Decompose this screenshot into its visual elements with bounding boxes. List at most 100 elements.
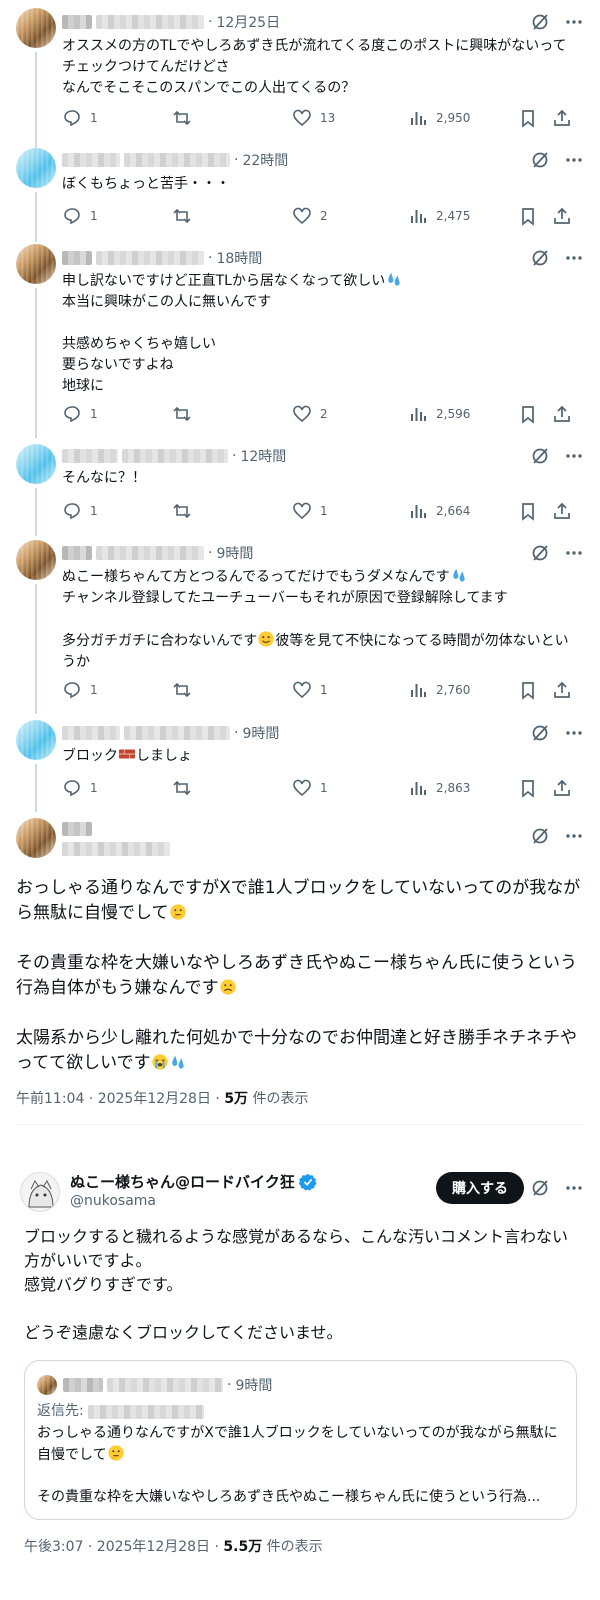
views-button[interactable]: 2,596 <box>408 404 518 424</box>
retweet-button[interactable] <box>172 108 292 128</box>
reply-button[interactable]: 1 <box>62 206 172 226</box>
reply-button[interactable]: 1 <box>62 404 172 424</box>
like-button[interactable]: 1 <box>292 778 408 798</box>
avatar[interactable] <box>16 148 56 188</box>
more-icon[interactable] <box>564 12 584 32</box>
handle-blurred[interactable] <box>62 842 170 856</box>
bookmark-icon <box>522 503 534 520</box>
like-count: 2 <box>320 407 328 421</box>
handle-blurred[interactable] <box>96 546 204 560</box>
share-button[interactable] <box>552 680 572 700</box>
quoted-tweet[interactable]: · 9時間 返信先: おっしゃる通りなんですがXで誰1人ブロックをしていないっての… <box>24 1360 577 1520</box>
tweet-text: そんなに？！ <box>62 470 146 486</box>
like-button[interactable]: 2 <box>292 206 408 226</box>
views-count: 2,760 <box>436 683 471 697</box>
username-blurred[interactable] <box>62 546 92 560</box>
more-icon[interactable] <box>564 826 584 846</box>
avatar[interactable] <box>16 720 56 760</box>
timestamp[interactable]: 12月25日 <box>216 12 280 32</box>
retweet-button[interactable] <box>172 680 292 700</box>
more-icon[interactable] <box>564 446 584 466</box>
tweet-text: ぬこー様ちゃんて方とつるんでるってだけでもうダメなんです チャンネル登録してたユ… <box>62 566 580 673</box>
bookmark-button[interactable] <box>518 680 538 700</box>
more-icon[interactable] <box>564 248 584 268</box>
share-button[interactable] <box>552 404 572 424</box>
grok-icon[interactable] <box>530 248 550 268</box>
like-button[interactable]: 1 <box>292 501 408 521</box>
reply-icon <box>64 682 80 698</box>
grok-icon[interactable] <box>530 723 550 743</box>
like-count: 1 <box>320 683 328 697</box>
grok-icon[interactable] <box>530 826 550 846</box>
avatar[interactable] <box>16 540 56 580</box>
handle-blurred[interactable] <box>124 726 230 740</box>
more-icon[interactable] <box>564 150 584 170</box>
share-icon <box>554 208 570 224</box>
more-icon[interactable] <box>564 543 584 563</box>
reply-button[interactable]: 1 <box>62 778 172 798</box>
avatar[interactable] <box>16 818 56 858</box>
grok-icon[interactable] <box>530 1178 550 1198</box>
avatar[interactable] <box>20 1172 60 1212</box>
timestamp[interactable]: 午前11:04 · 2025年12月28日 · <box>16 1091 224 1107</box>
grok-icon[interactable] <box>530 150 550 170</box>
like-button[interactable]: 1 <box>292 680 408 700</box>
views-button[interactable]: 2,950 <box>408 108 518 128</box>
username-blurred[interactable] <box>62 449 118 463</box>
more-icon[interactable] <box>564 723 584 743</box>
retweet-button[interactable] <box>172 778 292 798</box>
reply-button[interactable]: 1 <box>62 108 172 128</box>
timestamp[interactable]: 12時間 <box>240 446 286 466</box>
handle-blurred[interactable] <box>96 251 204 265</box>
bookmark-button[interactable] <box>518 778 538 798</box>
author-handle[interactable]: @nukosama <box>70 1193 156 1209</box>
username-blurred[interactable] <box>62 15 92 29</box>
bookmark-button[interactable] <box>518 206 538 226</box>
retweet-button[interactable] <box>172 404 292 424</box>
share-icon <box>554 110 570 126</box>
handle-blurred[interactable] <box>122 449 228 463</box>
more-icon[interactable] <box>564 1178 584 1198</box>
username-blurred[interactable] <box>62 726 120 740</box>
timestamp[interactable]: 午後3:07 · 2025年12月28日 · <box>24 1539 223 1555</box>
timestamp[interactable]: 18時間 <box>216 248 262 268</box>
handle-blurred[interactable] <box>124 153 230 167</box>
timestamp[interactable]: 22時間 <box>242 150 288 170</box>
timestamp[interactable]: 9時間 <box>216 543 253 563</box>
grok-icon[interactable] <box>530 446 550 466</box>
retweet-button[interactable] <box>172 206 292 226</box>
grok-icon[interactable] <box>530 543 550 563</box>
username-blurred[interactable] <box>62 822 92 836</box>
share-button[interactable] <box>552 108 572 128</box>
share-button[interactable] <box>552 501 572 521</box>
share-button[interactable] <box>552 206 572 226</box>
avatar[interactable] <box>16 244 56 284</box>
retweet-button[interactable] <box>172 501 292 521</box>
reply-button[interactable]: 1 <box>62 501 172 521</box>
views-button[interactable]: 2,760 <box>408 680 518 700</box>
views-button[interactable]: 2,863 <box>408 778 518 798</box>
share-button[interactable] <box>552 778 572 798</box>
username-blurred[interactable] <box>62 153 120 167</box>
reply-count: 1 <box>90 407 98 421</box>
bookmark-button[interactable] <box>518 501 538 521</box>
views-button[interactable]: 2,475 <box>408 206 518 226</box>
avatar[interactable] <box>16 8 56 48</box>
buy-button[interactable]: 購入する <box>436 1172 524 1204</box>
like-button[interactable]: 2 <box>292 404 408 424</box>
like-button[interactable]: 13 <box>292 108 408 128</box>
timestamp[interactable]: 9時間 <box>242 723 279 743</box>
reply-button[interactable]: 1 <box>62 680 172 700</box>
avatar[interactable] <box>16 444 56 484</box>
thread-connector <box>35 192 37 242</box>
tweet-text-line: ぬこー様ちゃんて方とつるんでるってだけでもうダメなんです <box>62 569 450 585</box>
bookmark-button[interactable] <box>518 404 538 424</box>
reply-count: 1 <box>90 111 98 125</box>
handle-blurred[interactable] <box>96 15 204 29</box>
bookmark-button[interactable] <box>518 108 538 128</box>
username-blurred[interactable] <box>62 251 92 265</box>
views-button[interactable]: 2,664 <box>408 501 518 521</box>
grok-icon[interactable] <box>530 12 550 32</box>
views-count: 2,596 <box>436 407 471 421</box>
author-name[interactable]: ぬこー様ちゃん@ロードバイク狂 <box>70 1171 295 1192</box>
